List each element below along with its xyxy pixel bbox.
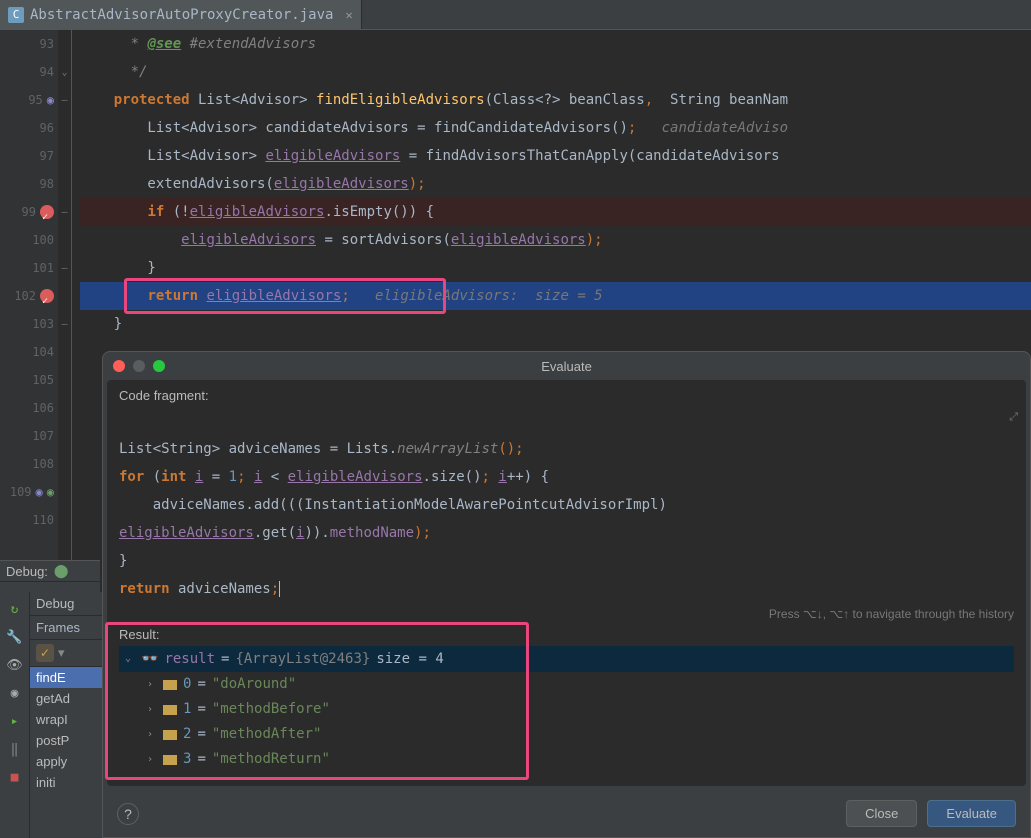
dialog-footer: ? Close Evaluate (103, 790, 1030, 837)
settings-icon[interactable]: 🔧 (4, 626, 26, 648)
code-fragment-editor[interactable]: List<String> adviceNames = Lists.newArra… (119, 407, 1014, 603)
close-tab-icon[interactable]: ✕ (345, 8, 352, 22)
evaluate-button[interactable]: Evaluate (927, 800, 1016, 827)
dropdown-icon[interactable]: ▾ (58, 645, 65, 661)
maximize-window-icon[interactable] (153, 360, 165, 372)
expand-icon[interactable]: › (147, 722, 157, 747)
field-icon (163, 755, 177, 765)
window-controls[interactable] (113, 360, 165, 372)
dialog-title: Evaluate (541, 359, 592, 374)
expand-icon[interactable]: › (147, 697, 157, 722)
view-breakpoints-icon[interactable]: 👁 (4, 654, 26, 676)
fold-start-icon[interactable]: – (58, 198, 71, 226)
fold-end-icon[interactable]: ⌄ (58, 58, 71, 86)
frames-panel: Debug Frames ✓ ▾ findE getAd wrapI postP… (30, 592, 102, 838)
frames-tab[interactable]: Frames (30, 616, 102, 640)
debug-toolbar: ↻ 🔧 👁 ◉ ▸ ‖ ■ (0, 592, 30, 838)
override-icon[interactable]: ◉ (36, 478, 43, 506)
fold-gutter: ⌄ – – – – (58, 30, 72, 560)
stop-icon[interactable]: ■ (4, 766, 26, 788)
resume-icon[interactable]: ▸ (4, 710, 26, 732)
expand-icon[interactable]: › (147, 747, 157, 772)
override-icon[interactable]: ◉ (47, 86, 54, 114)
stack-frame[interactable]: apply (30, 751, 102, 772)
breakpoint-icon[interactable] (40, 289, 54, 303)
mute-breakpoints-icon[interactable]: ◉ (4, 682, 26, 704)
file-tab[interactable]: C AbstractAdvisorAutoProxyCreator.java ✕ (0, 0, 362, 29)
close-button[interactable]: Close (846, 800, 917, 827)
history-hint: Press ⌥↓, ⌥↑ to navigate through the his… (119, 607, 1014, 621)
collapse-icon[interactable]: ⤢ (1009, 410, 1018, 424)
result-root[interactable]: ⌄ 👓 result = {ArrayList@2463} size = 4 (119, 646, 1014, 672)
code-fragment-label: Code fragment: (119, 388, 1014, 403)
field-icon (163, 705, 177, 715)
fold-start-icon[interactable]: – (58, 86, 71, 114)
result-item[interactable]: › 2 = "methodAfter" (119, 722, 1014, 747)
result-item[interactable]: › 0 = "doAround" (119, 672, 1014, 697)
evaluate-dialog: Evaluate Code fragment: ⤢ List<String> a… (102, 351, 1031, 838)
field-icon (163, 680, 177, 690)
class-file-icon: C (8, 7, 24, 23)
result-area: Result: ⌄ 👓 result = {ArrayList@2463} si… (119, 627, 1014, 772)
stack-frame[interactable]: getAd (30, 688, 102, 709)
field-icon (163, 730, 177, 740)
result-label: Result: (119, 627, 1014, 642)
result-item[interactable]: › 1 = "methodBefore" (119, 697, 1014, 722)
stack-frame[interactable]: initi (30, 772, 102, 793)
editor-tab-bar: C AbstractAdvisorAutoProxyCreator.java ✕ (0, 0, 1031, 30)
fold-end-icon[interactable]: – (58, 310, 71, 338)
watch-icon: 👓 (141, 648, 158, 670)
rerun-icon[interactable]: ↻ (4, 598, 26, 620)
debugger-tab[interactable]: Debug (30, 592, 102, 616)
result-item[interactable]: › 3 = "methodReturn" (119, 747, 1014, 772)
breakpoint-icon[interactable] (40, 205, 54, 219)
pause-icon[interactable]: ‖ (4, 738, 26, 760)
expand-icon[interactable]: ⌄ (125, 648, 135, 670)
line-number-gutter: 93 94 95◉ 96 97 98 99 100 101 102 103 10… (0, 30, 58, 560)
file-tab-name: AbstractAdvisorAutoProxyCreator.java (30, 7, 333, 23)
help-button[interactable]: ? (117, 803, 139, 825)
expand-icon[interactable]: › (147, 672, 157, 697)
minimize-window-icon (133, 360, 145, 372)
stack-frame[interactable]: findE (30, 667, 102, 688)
debug-panel-title: Debug: ⬤ (0, 561, 100, 582)
implement-icon[interactable]: ◉ (47, 478, 54, 506)
debug-run-config-icon: ⬤ (54, 563, 69, 579)
stack-frame[interactable]: postP (30, 730, 102, 751)
stack-frame[interactable]: wrapI (30, 709, 102, 730)
close-window-icon[interactable] (113, 360, 125, 372)
filter-icon[interactable]: ✓ (36, 644, 54, 662)
dialog-titlebar[interactable]: Evaluate (103, 352, 1030, 380)
fold-end-icon[interactable]: – (58, 254, 71, 282)
